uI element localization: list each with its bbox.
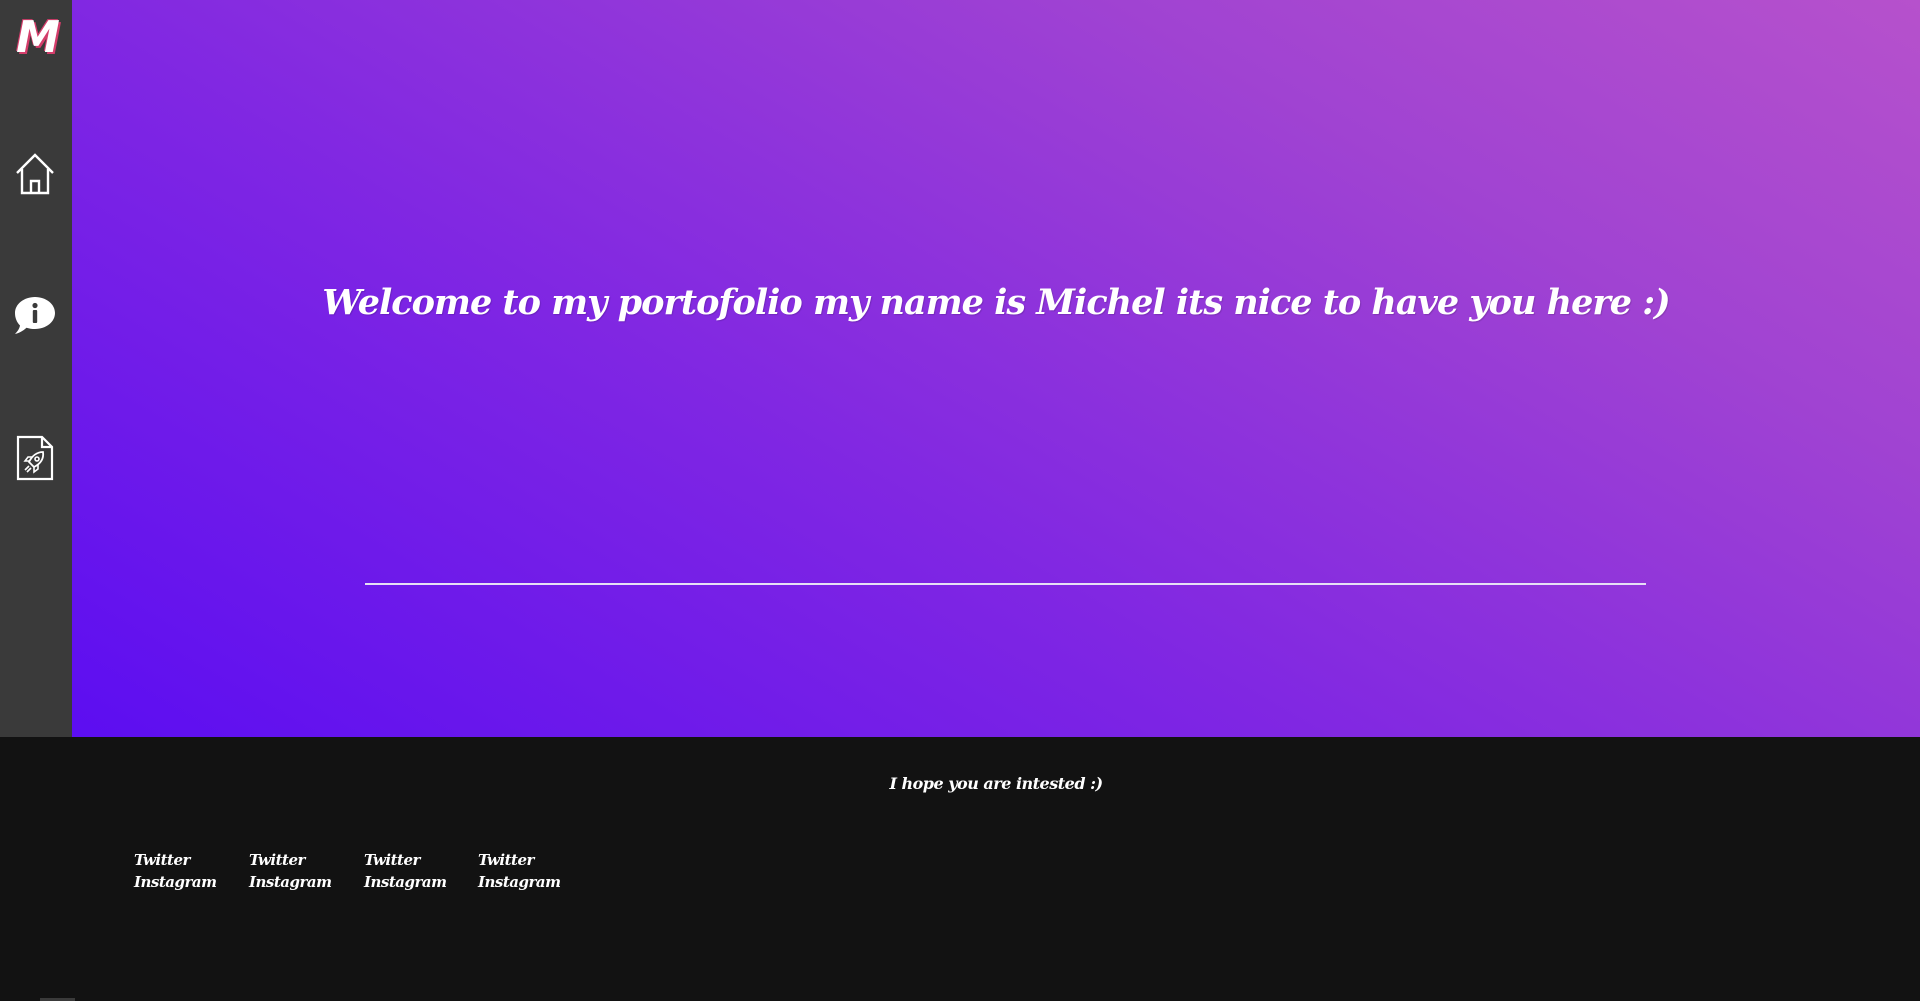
social-links-column: Twitter Instagram bbox=[364, 849, 464, 893]
sidebar-item-about[interactable] bbox=[12, 295, 58, 341]
twitter-link[interactable]: Twitter bbox=[478, 849, 578, 871]
rocket-document-icon bbox=[15, 435, 55, 485]
hero-section: Welcome to my portofolio my name is Mich… bbox=[0, 0, 1920, 737]
divider-line bbox=[365, 583, 1646, 585]
info-bubble-icon bbox=[13, 295, 57, 341]
sidebar-item-projects[interactable] bbox=[12, 435, 58, 485]
social-links-column: Twitter Instagram bbox=[134, 849, 234, 893]
twitter-link[interactable]: Twitter bbox=[249, 849, 349, 871]
sidebar-item-home[interactable] bbox=[12, 153, 58, 199]
social-links-column: Twitter Instagram bbox=[249, 849, 349, 893]
twitter-link[interactable]: Twitter bbox=[364, 849, 464, 871]
footer-message: I hope you are intested :) bbox=[889, 774, 1103, 793]
instagram-link[interactable]: Instagram bbox=[134, 871, 234, 893]
social-links-column: Twitter Instagram bbox=[478, 849, 578, 893]
welcome-heading: Welcome to my portofolio my name is Mich… bbox=[322, 282, 1670, 323]
sidebar: M bbox=[0, 0, 72, 737]
footer: I hope you are intested :) Twitter Insta… bbox=[0, 737, 1920, 1001]
instagram-link[interactable]: Instagram bbox=[478, 871, 578, 893]
instagram-link[interactable]: Instagram bbox=[364, 871, 464, 893]
twitter-link[interactable]: Twitter bbox=[134, 849, 234, 871]
logo[interactable]: M bbox=[12, 12, 62, 63]
home-icon bbox=[14, 152, 56, 200]
instagram-link[interactable]: Instagram bbox=[249, 871, 349, 893]
